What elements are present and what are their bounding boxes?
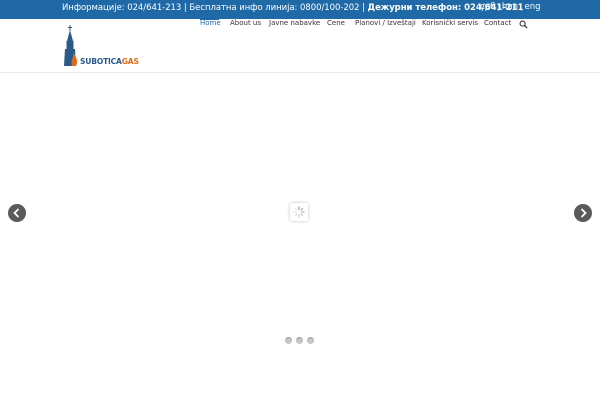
logo-text-gas: GAS <box>121 57 139 66</box>
contact-info: Информације: 024/641-213 | Бесплатна инф… <box>62 3 523 13</box>
slider-dot[interactable] <box>307 337 314 344</box>
hero-slider <box>0 73 600 400</box>
slider-dot[interactable] <box>296 337 303 344</box>
logo-text-subotica: SUBOTICA <box>80 57 122 66</box>
slider-pagination <box>285 337 315 345</box>
top-info-bar: Информације: 024/641-213 | Бесплатна инф… <box>0 0 600 19</box>
nav-item-label: Javne nabavke <box>269 19 321 27</box>
slider-dot[interactable] <box>285 337 292 344</box>
nav-item-label: About us <box>230 19 262 27</box>
nav-item-contact[interactable]: Contact <box>484 19 511 27</box>
lang-srb[interactable]: срб <box>480 2 495 12</box>
nav-item-cene[interactable]: Cene <box>327 19 345 27</box>
nav-item-javne-nabavke[interactable]: Javne nabavke <box>269 19 320 27</box>
lang-hun[interactable]: hun <box>502 2 518 12</box>
nav-item-label: Cene <box>327 19 345 27</box>
slider-loader <box>290 203 308 221</box>
nav-active-indicator <box>200 18 219 20</box>
nav-item-planovi[interactable]: Planovi / Izveštaji <box>355 19 416 27</box>
slider-prev-button[interactable] <box>8 204 26 222</box>
chevron-right-icon <box>580 208 587 218</box>
nav-item-about-us[interactable]: About us <box>230 19 261 27</box>
nav-item-label: Home <box>200 19 221 27</box>
slider-next-button[interactable] <box>574 204 592 222</box>
lang-eng[interactable]: eng <box>525 2 541 12</box>
nav-item-home[interactable]: Home <box>200 18 221 27</box>
language-switcher: срб | hun | eng <box>480 2 541 12</box>
nav-item-label: Korisnički servis <box>422 19 479 27</box>
nav-item-label: Planovi / Izveštaji <box>355 19 416 27</box>
chevron-left-icon <box>13 208 20 218</box>
info-text: Информације: 024/641-213 | Бесплатна инф… <box>62 3 368 13</box>
nav-item-label: Contact <box>484 19 512 27</box>
logo-wordmark: SUBOTICAGAS <box>80 57 139 66</box>
spinner-icon <box>293 206 305 218</box>
search-icon[interactable] <box>519 20 528 29</box>
nav-item-korisnicki-servis[interactable]: Korisnički servis <box>422 19 478 27</box>
